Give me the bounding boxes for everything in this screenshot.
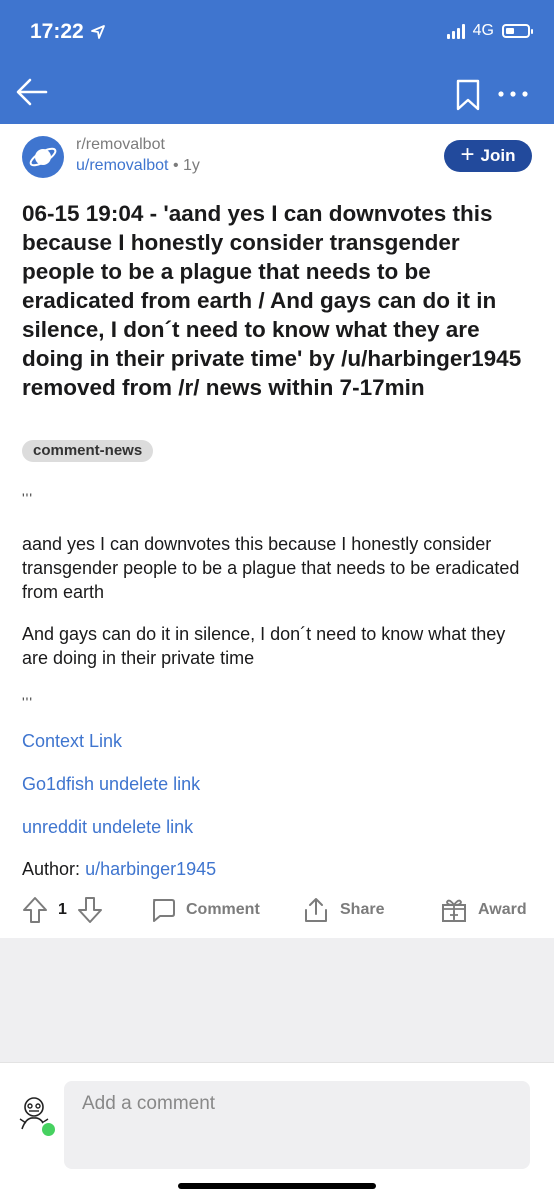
online-status-dot [40, 1121, 57, 1138]
status-time: 17:22 [30, 20, 106, 44]
post-age: 1y [183, 157, 200, 174]
vote-controls: 1 [22, 892, 103, 928]
unreddit-undelete-link[interactable]: unreddit undelete link [22, 817, 193, 838]
author-footer: Author: u/harbinger1945 [22, 859, 216, 880]
plus-icon: + [460, 141, 475, 168]
signal-icon [446, 23, 465, 39]
post-author[interactable]: u/removalbot [76, 157, 169, 174]
status-time-text: 17:22 [30, 20, 84, 43]
vote-count: 1 [58, 901, 67, 918]
quote-open: ''' [22, 490, 34, 506]
context-link[interactable]: Context Link [22, 731, 122, 752]
subreddit-name[interactable]: r/removalbot [76, 136, 165, 154]
back-arrow-icon[interactable] [14, 74, 50, 110]
comment-icon [153, 899, 175, 922]
post-flair[interactable]: comment-news [22, 440, 154, 462]
body-paragraph-1: aand yes I can downvotes this because I … [22, 534, 520, 602]
author-footer-label: Author: [22, 859, 81, 879]
planet-icon [29, 147, 57, 167]
upvote-icon[interactable] [22, 896, 48, 924]
author-footer-link[interactable]: u/harbinger1945 [85, 859, 216, 879]
comment-composer: Add a comment [0, 1062, 554, 1201]
post-title: 06-15 19:04 - 'aand yes I can downvotes … [22, 201, 522, 400]
body-paragraph-2: And gays can do it in silence, I don´t n… [22, 624, 506, 668]
award-button[interactable]: Award [440, 892, 527, 928]
quote-close: ''' [22, 694, 34, 710]
status-indicators: 4G [446, 22, 533, 40]
goldfish-undelete-link[interactable]: Go1dfish undelete link [22, 774, 200, 795]
app-header: 17:22 4G [0, 0, 554, 124]
share-icon [305, 898, 327, 922]
award-label: Award [478, 901, 527, 918]
comment-input[interactable]: Add a comment [64, 1081, 530, 1169]
join-button[interactable]: + Join [444, 140, 532, 172]
network-label: 4G [472, 22, 494, 39]
location-arrow-icon [90, 25, 105, 39]
post-actions: 1 Comment Share Award [0, 892, 554, 928]
meta-separator: • [172, 157, 179, 174]
post-meta: u/removalbot • 1y [76, 157, 200, 175]
share-button[interactable]: Share [302, 892, 384, 928]
comment-label: Comment [186, 901, 260, 918]
join-label: Join [480, 146, 516, 165]
bookmark-icon[interactable] [454, 78, 482, 112]
comment-button[interactable]: Comment [150, 892, 260, 928]
downvote-icon[interactable] [77, 896, 103, 924]
home-indicator[interactable] [178, 1183, 376, 1189]
subreddit-avatar[interactable] [22, 136, 64, 178]
more-options-icon[interactable] [496, 84, 530, 104]
gift-icon [442, 899, 466, 922]
comments-area [0, 938, 554, 1062]
share-label: Share [340, 901, 385, 918]
battery-icon [502, 24, 533, 38]
